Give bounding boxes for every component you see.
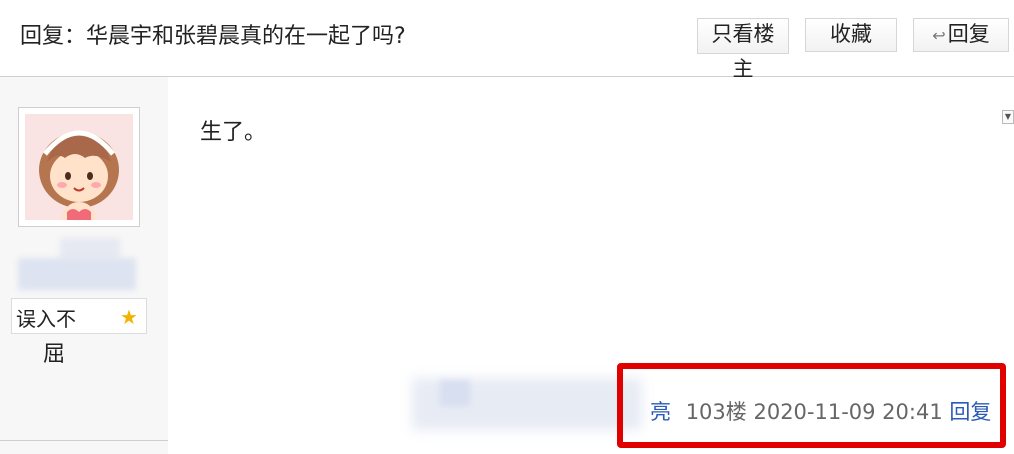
sidebar-divider bbox=[0, 440, 168, 441]
post-reply-link[interactable]: 回复 bbox=[949, 400, 991, 424]
blurred-username bbox=[18, 258, 136, 290]
only-thread-owner-label: 只看楼 bbox=[711, 22, 775, 46]
thread-title: 回复：华晨宇和张碧晨真的在一起了吗? bbox=[20, 24, 406, 49]
blurred-footer-mark bbox=[440, 380, 470, 406]
badge-label-line2: 屈 bbox=[43, 342, 66, 367]
star-icon: ★ bbox=[120, 305, 138, 329]
reply-button[interactable]: ↩回复 bbox=[913, 18, 1009, 52]
badge-label: 误入不 bbox=[16, 307, 76, 331]
floor-number: 103楼 bbox=[685, 400, 747, 424]
only-thread-owner-button[interactable]: 只看楼 主 bbox=[697, 18, 789, 81]
post-menu-dropdown-icon[interactable]: ▼ bbox=[1002, 110, 1014, 124]
user-level-badge[interactable]: 误入不 ★ bbox=[11, 298, 147, 334]
meta-prefix-link[interactable]: 亮 bbox=[650, 400, 671, 424]
post-meta: 亮 103楼 2020-11-09 20:41 回复 bbox=[650, 396, 991, 426]
avatar-image bbox=[25, 114, 133, 220]
reply-arrow-icon: ↩ bbox=[932, 26, 946, 45]
favorite-button[interactable]: 收藏 bbox=[805, 18, 897, 52]
thread-header: 回复：华晨宇和张碧晨真的在一起了吗? 只看楼 主 收藏 ↩回复 bbox=[0, 0, 1014, 81]
only-thread-owner-label-line2: 主 bbox=[732, 57, 754, 81]
user-avatar[interactable] bbox=[18, 107, 140, 227]
reply-button-label: 回复 bbox=[947, 22, 990, 46]
post-timestamp: 2020-11-09 20:41 bbox=[753, 400, 943, 424]
post-content: 生了。 bbox=[200, 120, 267, 145]
blurred-username-part bbox=[60, 238, 120, 260]
